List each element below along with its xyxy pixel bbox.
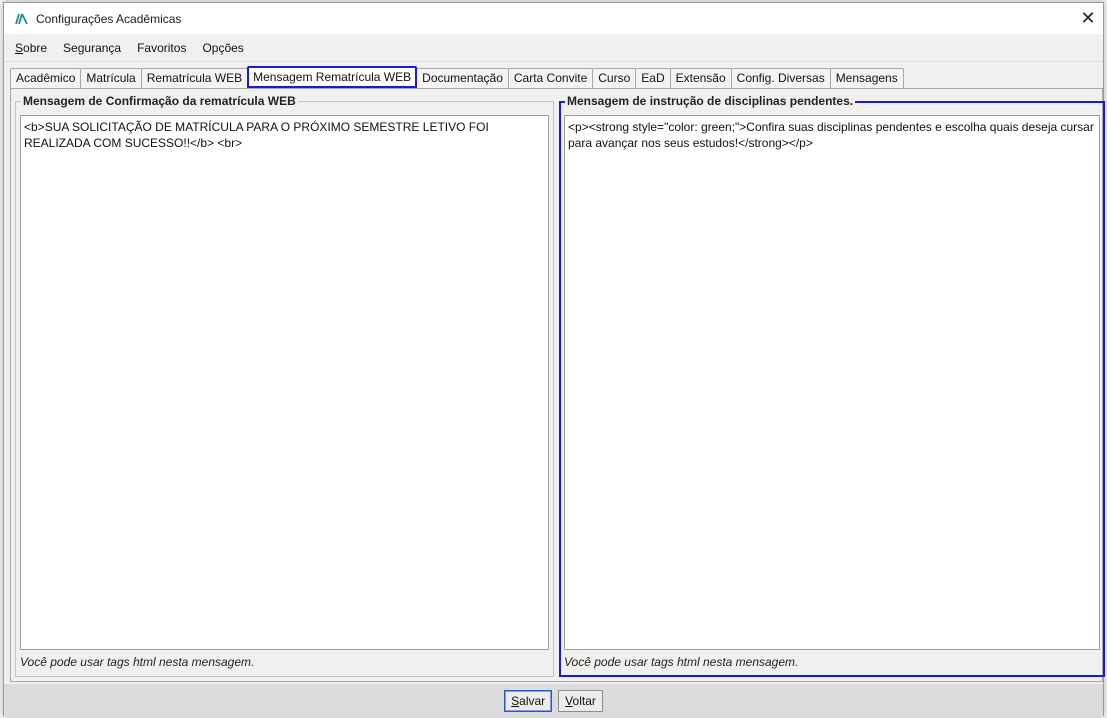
- menu-favoritos[interactable]: Favoritos: [137, 41, 186, 55]
- tab-mensagem-rematricula-web[interactable]: Mensagem Rematrícula WEB: [247, 66, 418, 88]
- tab-academico[interactable]: Acadêmico: [10, 68, 82, 88]
- tab-extensao[interactable]: Extensão: [669, 68, 732, 88]
- tab-mensagens[interactable]: Mensagens: [829, 68, 904, 88]
- group-legend: Mensagem de Confirmação da rematrícula W…: [21, 93, 298, 109]
- menu-opcoes[interactable]: Opções: [202, 41, 243, 55]
- tab-rematricula-web[interactable]: Rematrícula WEB: [140, 68, 249, 88]
- save-button[interactable]: Salvar: [504, 689, 553, 712]
- tab-config-diversas[interactable]: Config. Diversas: [730, 68, 831, 88]
- title-bar: Configurações Acadêmicas ✕: [4, 3, 1103, 34]
- tab-ead[interactable]: EaD: [635, 68, 671, 88]
- app-logo-icon: [14, 11, 30, 27]
- tab-strip: Acadêmico Matrícula Rematrícula WEB Mens…: [10, 66, 904, 88]
- back-button[interactable]: Voltar: [558, 689, 603, 712]
- pending-courses-message-group: Mensagem de instrução de disciplinas pen…: [559, 93, 1105, 677]
- tab-curso[interactable]: Curso: [592, 68, 637, 88]
- pending-courses-message-textarea[interactable]: <p><strong style="color: green;">Confira…: [564, 115, 1100, 650]
- confirmation-message-textarea[interactable]: <b>SUA SOLICITAÇÃO DE MATRÍCULA PARA O P…: [20, 115, 549, 650]
- confirmation-message-group: Mensagem de Confirmação da rematrícula W…: [15, 93, 554, 677]
- menu-bar: Sobre Segurança Favoritos Opções: [4, 34, 1103, 62]
- settings-window: Configurações Acadêmicas ✕ Sobre Seguran…: [3, 2, 1105, 717]
- tab-carta-convite[interactable]: Carta Convite: [507, 68, 594, 88]
- button-bar: Salvar Voltar: [4, 684, 1103, 717]
- tab-documentacao[interactable]: Documentação: [416, 68, 509, 88]
- tab-matricula[interactable]: Matrícula: [80, 68, 142, 88]
- window-title: Configurações Acadêmicas: [36, 11, 182, 26]
- group-legend: Mensagem de instrução de disciplinas pen…: [565, 93, 856, 109]
- html-hint: Você pode usar tags html nesta mensagem.: [20, 655, 255, 669]
- menu-sobre[interactable]: Sobre: [15, 41, 47, 55]
- menu-seguranca[interactable]: Segurança: [63, 41, 121, 55]
- html-hint: Você pode usar tags html nesta mensagem.: [564, 655, 799, 669]
- tab-content: Mensagem de Confirmação da rematrícula W…: [10, 88, 1105, 682]
- close-icon[interactable]: ✕: [1073, 3, 1103, 34]
